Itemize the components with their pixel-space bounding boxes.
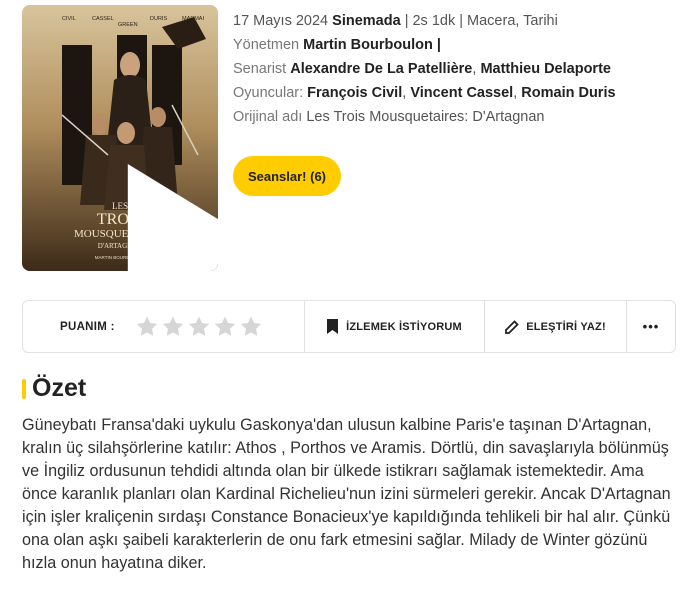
write-review-button[interactable]: ELEŞTİRİ YAZ! bbox=[485, 301, 627, 352]
cast-row: Oyuncular: François Civil, Vincent Casse… bbox=[233, 85, 616, 101]
poster-credit: MARMAI bbox=[182, 16, 204, 22]
star-rating bbox=[135, 315, 263, 339]
review-label: ELEŞTİRİ YAZ! bbox=[526, 320, 606, 333]
bookmark-icon bbox=[327, 319, 339, 334]
watchlist-button[interactable]: İZLEMEK İSTİYORUM bbox=[305, 301, 485, 352]
more-icon: ••• bbox=[642, 319, 660, 334]
original-title-row: Orijinal adı Les Trois Mousquetaires: D'… bbox=[233, 106, 673, 130]
summary-heading: Özet bbox=[22, 374, 86, 403]
writer-link[interactable]: Alexandre De La Patellière bbox=[290, 61, 472, 77]
release-row: 17 Mayıs 2024 Sinemada | 2s 1dk | Macera… bbox=[233, 10, 673, 34]
release-status: Sinemada bbox=[332, 13, 401, 29]
action-bar: PUANIM : İZLEMEK İSTİYORUM ELEŞTİRİ YAZ!… bbox=[22, 300, 676, 353]
writer-row: Senarist Alexandre De La Patellière, Mat… bbox=[233, 61, 611, 77]
writer-link[interactable]: Matthieu Delaporte bbox=[480, 61, 611, 77]
poster-credit: CIVIL bbox=[62, 16, 76, 22]
accent-bar bbox=[22, 378, 26, 399]
watchlist-label: İZLEMEK İSTİYORUM bbox=[346, 320, 462, 333]
original-title-label: Orijinal adı bbox=[233, 109, 303, 125]
writer-label: Senarist bbox=[233, 61, 287, 77]
showtimes-button[interactable]: Seanslar! (6) bbox=[233, 156, 341, 196]
poster-credit: DURIS bbox=[150, 16, 167, 22]
play-icon[interactable] bbox=[110, 129, 218, 271]
more-options-button[interactable]: ••• bbox=[627, 301, 675, 352]
movie-poster[interactable]: LES TROIS MOUSQUETAIRES D'ARTAGNAN MARTI… bbox=[22, 5, 218, 271]
original-title: Les Trois Mousquetaires: D'Artagnan bbox=[306, 109, 545, 125]
poster-credit: GREEN bbox=[118, 22, 138, 28]
release-date: 17 Mayıs 2024 bbox=[233, 13, 329, 29]
director-row: Yönetmen Martin Bourboulon | bbox=[233, 34, 673, 58]
star-icon[interactable] bbox=[239, 315, 263, 339]
cast-link[interactable]: François Civil bbox=[307, 85, 402, 101]
cast-link[interactable]: Vincent Cassel bbox=[410, 85, 513, 101]
director-label: Yönetmen bbox=[233, 37, 300, 53]
poster-credit: CASSEL bbox=[92, 16, 114, 22]
rating-section: PUANIM : bbox=[23, 301, 305, 352]
summary-title: Özet bbox=[32, 374, 87, 402]
pencil-icon bbox=[505, 319, 519, 334]
rating-label: PUANIM : bbox=[60, 320, 115, 333]
cast-link[interactable]: Romain Duris bbox=[521, 85, 615, 101]
cast-label: Oyuncular: bbox=[233, 85, 304, 101]
director-link[interactable]: Martin Bourboulon bbox=[303, 37, 433, 53]
genres: Macera, Tarihi bbox=[467, 13, 558, 29]
summary-text: Güneybatı Fransa'daki uykulu Gaskonya'da… bbox=[22, 416, 671, 572]
star-icon[interactable] bbox=[213, 315, 237, 339]
star-icon[interactable] bbox=[161, 315, 185, 339]
movie-meta: 17 Mayıs 2024 Sinemada | 2s 1dk | Macera… bbox=[233, 10, 673, 130]
star-icon[interactable] bbox=[135, 315, 159, 339]
director-separator: | bbox=[432, 37, 441, 53]
star-icon[interactable] bbox=[187, 315, 211, 339]
duration: | 2s 1dk | bbox=[404, 13, 463, 29]
